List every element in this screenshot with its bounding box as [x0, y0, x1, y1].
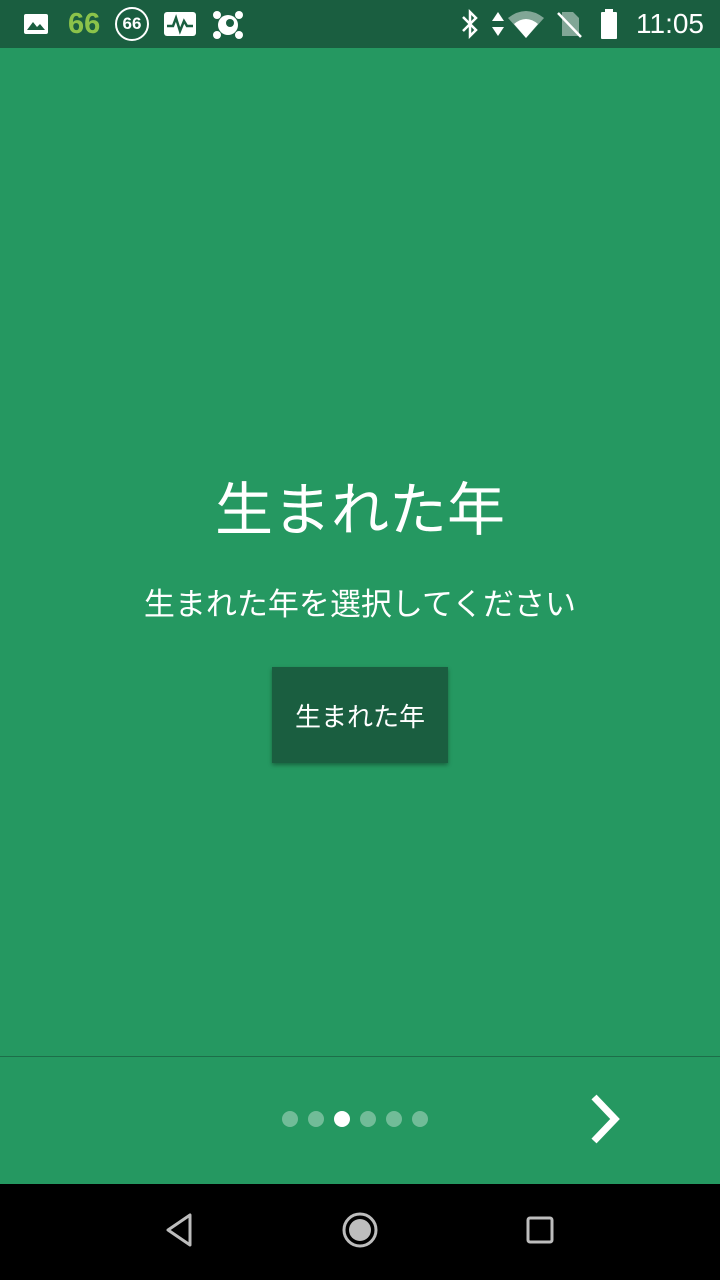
no-sim-icon: [554, 8, 584, 40]
pager-bar: [0, 1057, 720, 1184]
page-description: 生まれた年を選択してください: [143, 587, 577, 623]
circle-count-badge: 66: [115, 7, 149, 41]
antivirus-icon: [211, 8, 245, 40]
battery-icon: [598, 8, 620, 40]
home-button[interactable]: [336, 1208, 384, 1256]
image-icon: [22, 8, 50, 40]
back-button[interactable]: [156, 1208, 204, 1256]
chevron-right-icon: [584, 1093, 624, 1149]
back-triangle-icon: [164, 1212, 196, 1252]
page-indicator-dot: [386, 1111, 402, 1127]
page-indicator-dot: [360, 1111, 376, 1127]
page-indicator-dot: [282, 1111, 298, 1127]
data-arrows-icon: [488, 8, 508, 40]
home-circle-icon: [340, 1210, 380, 1254]
page-title: 生まれた年: [214, 476, 505, 544]
next-button[interactable]: [570, 1087, 638, 1155]
page-indicator-dot-active: [334, 1111, 350, 1127]
page-indicator-dot: [412, 1111, 428, 1127]
birth-year-button[interactable]: 生まれた年: [272, 667, 448, 763]
bluetooth-icon: [458, 8, 482, 40]
recents-square-icon: [525, 1215, 555, 1249]
system-navigation-bar: [0, 1184, 720, 1280]
recents-button[interactable]: [516, 1208, 564, 1256]
notification-count: 66: [68, 8, 101, 40]
clock: 11:05: [636, 8, 704, 39]
onboarding-page: 生まれた年 生まれた年を選択してください 生まれた年: [0, 48, 720, 1056]
activity-icon: [163, 8, 197, 40]
wifi-icon: [506, 8, 546, 40]
status-bar: 66 66 11:05: [0, 0, 720, 48]
page-indicator-dot: [308, 1111, 324, 1127]
screen: 66 66 11:05 生まれた年 生まれた年を選択してください 生まれた年: [0, 0, 720, 1280]
